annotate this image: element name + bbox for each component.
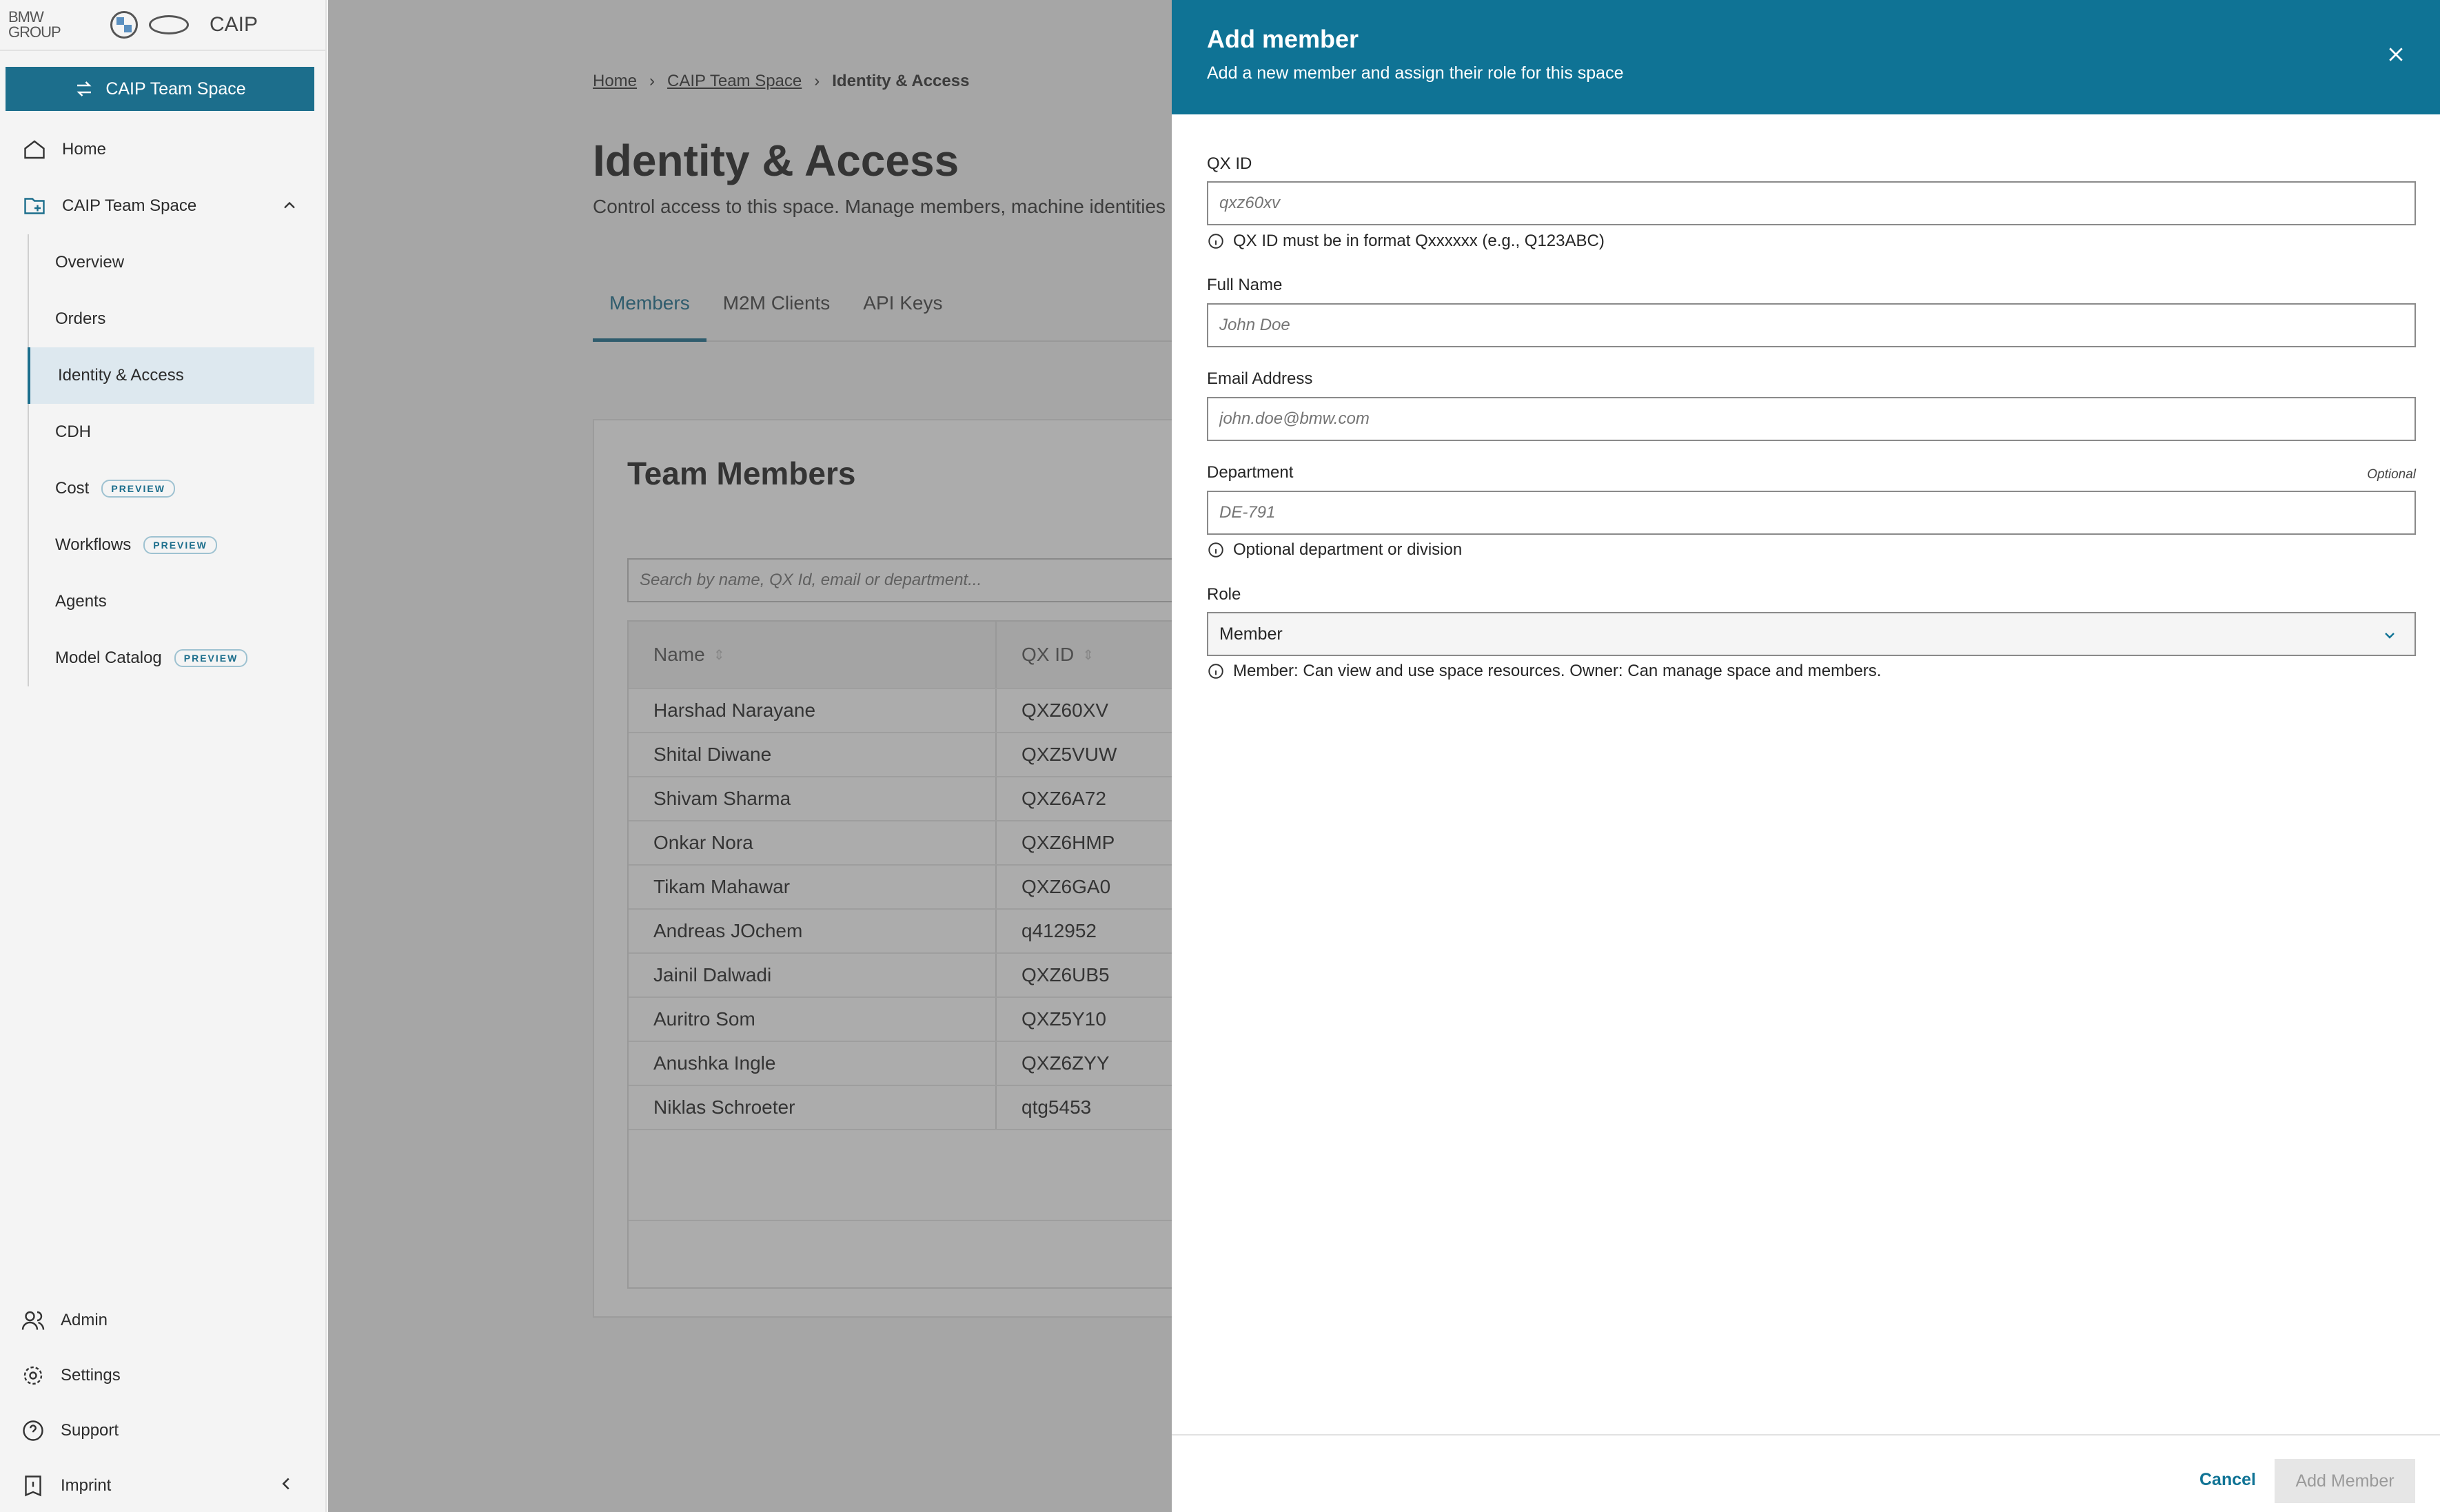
collapse-sidebar-icon[interactable] xyxy=(276,1473,296,1499)
sidebar-item-space[interactable]: CAIP Team Space xyxy=(0,178,327,234)
bmw-roundel-icon xyxy=(110,11,138,39)
switch-space-button[interactable]: CAIP Team Space xyxy=(6,67,314,111)
sidebar-item-label: Identity & Access xyxy=(58,366,184,385)
email-label: Email Address xyxy=(1207,369,1313,388)
mini-logo-icon xyxy=(149,15,189,34)
sidebar-item-workflows[interactable]: Workflows PREVIEW xyxy=(0,517,327,573)
sidebar-item-support[interactable]: Support xyxy=(0,1403,327,1458)
chevron-down-icon xyxy=(2381,627,2398,648)
role-selected-value: Member xyxy=(1219,624,1283,644)
bmw-group-logo: BMW GROUP xyxy=(8,8,61,41)
email-input[interactable] xyxy=(1207,397,2416,441)
sidebar-item-label: Model Catalog xyxy=(55,648,162,667)
sidebar-item-imprint[interactable]: Imprint xyxy=(0,1458,327,1512)
sidebar-item-label: Agents xyxy=(55,592,107,611)
drawer-footer: Cancel Add Member xyxy=(1172,1434,2440,1512)
sidebar-item-label: Admin xyxy=(61,1311,108,1329)
gear-icon xyxy=(19,1362,47,1389)
help-circle-icon xyxy=(19,1417,47,1444)
sidebar-item-label: CDH xyxy=(55,422,91,441)
close-button[interactable] xyxy=(2383,43,2408,68)
close-icon xyxy=(2389,47,2403,61)
preview-badge: PREVIEW xyxy=(174,649,248,667)
full-name-input[interactable] xyxy=(1207,303,2416,347)
preview-badge: PREVIEW xyxy=(143,536,217,554)
department-hint: Optional department or division xyxy=(1207,540,1462,560)
sidebar-item-model-catalog[interactable]: Model Catalog PREVIEW xyxy=(0,630,327,686)
add-member-button[interactable]: Add Member xyxy=(2275,1459,2415,1503)
sidebar-item-label: Overview xyxy=(55,253,125,272)
drawer-subtitle: Add a new member and assign their role f… xyxy=(1207,63,1624,83)
sidebar-nav: Home CAIP Team Space Overview Orders Ide… xyxy=(0,121,327,686)
sidebar-item-label: Imprint xyxy=(61,1476,112,1495)
sidebar-item-label: CAIP Team Space xyxy=(62,196,197,215)
shield-info-icon xyxy=(19,1472,47,1500)
sidebar-item-settings[interactable]: Settings xyxy=(0,1348,327,1403)
sidebar-item-agents[interactable]: Agents xyxy=(0,573,327,630)
role-hint: Member: Can view and use space resources… xyxy=(1207,662,1881,681)
app-name: CAIP xyxy=(210,13,258,36)
sidebar-item-identity-access[interactable]: Identity & Access xyxy=(28,347,314,404)
add-member-drawer: Add member Add a new member and assign t… xyxy=(1172,0,2440,1512)
sidebar-item-label: Orders xyxy=(55,309,106,328)
home-icon xyxy=(21,136,48,163)
sidebar-item-label: Support xyxy=(61,1421,119,1440)
info-icon xyxy=(1208,234,1223,249)
sidebar-bottom-nav: Admin Settings Support Imprint xyxy=(0,1293,327,1512)
department-input[interactable] xyxy=(1207,491,2416,535)
switch-space-label: CAIP Team Space xyxy=(105,79,246,99)
sidebar: BMW GROUP CAIP CAIP Team Space Home CAIP… xyxy=(0,0,327,1512)
cancel-button[interactable]: Cancel xyxy=(2186,1458,2269,1502)
sidebar-item-admin[interactable]: Admin xyxy=(0,1293,327,1348)
sidebar-item-overview[interactable]: Overview xyxy=(0,234,327,291)
qx-id-hint: QX ID must be in format Qxxxxxx (e.g., Q… xyxy=(1207,232,1605,251)
drawer-header: Add member Add a new member and assign t… xyxy=(1172,0,2440,114)
sidebar-item-cost[interactable]: Cost PREVIEW xyxy=(0,460,327,517)
sidebar-item-label: Cost xyxy=(55,479,90,498)
qx-id-label: QX ID xyxy=(1207,154,1252,173)
space-subnav: Overview Orders Identity & Access CDH Co… xyxy=(0,234,327,686)
sidebar-item-home[interactable]: Home xyxy=(0,121,327,178)
sidebar-item-cdh[interactable]: CDH xyxy=(0,404,327,460)
hint-text: Member: Can view and use space resources… xyxy=(1233,662,1882,680)
folder-add-icon xyxy=(21,192,48,220)
hint-text: Optional department or division xyxy=(1233,540,1463,559)
sidebar-item-label: Home xyxy=(62,140,107,159)
qx-id-input[interactable] xyxy=(1207,181,2416,225)
department-label: Department xyxy=(1207,463,1294,482)
sidebar-item-orders[interactable]: Orders xyxy=(0,291,327,347)
optional-tag: Optional xyxy=(2367,467,2416,482)
info-icon xyxy=(1208,542,1223,558)
top-bar: BMW GROUP CAIP xyxy=(0,0,327,51)
info-icon xyxy=(1208,664,1223,679)
sidebar-item-label: Workflows xyxy=(55,535,132,554)
preview-badge: PREVIEW xyxy=(101,480,175,498)
users-icon xyxy=(19,1307,47,1334)
drawer-title: Add member xyxy=(1207,25,1359,53)
sidebar-item-label: Settings xyxy=(61,1366,121,1385)
role-label: Role xyxy=(1207,585,1241,604)
chevron-up-icon[interactable] xyxy=(280,196,299,220)
role-select[interactable]: Member xyxy=(1207,612,2416,656)
switch-arrows-icon xyxy=(77,81,92,96)
full-name-label: Full Name xyxy=(1207,276,1283,294)
hint-text: QX ID must be in format Qxxxxxx (e.g., Q… xyxy=(1233,232,1605,250)
